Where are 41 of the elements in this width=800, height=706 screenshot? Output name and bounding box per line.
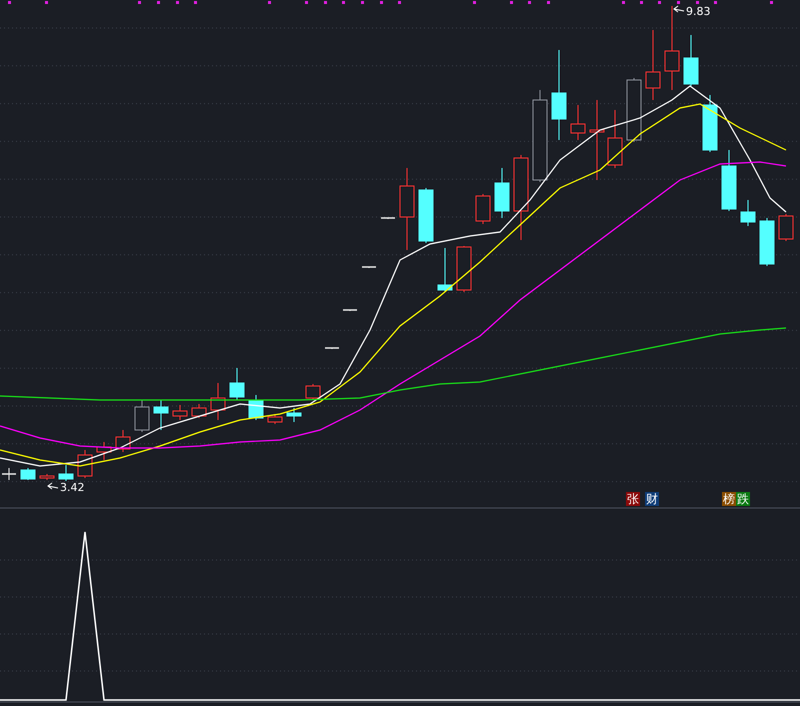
candlestick xyxy=(684,34,698,86)
candlestick xyxy=(172,404,188,420)
tag-label: 张 xyxy=(626,492,640,506)
high-price-label: 9.83 xyxy=(686,5,710,18)
candlestick xyxy=(702,94,718,152)
candlestick xyxy=(438,248,452,292)
candlestick xyxy=(646,30,660,100)
tag-label: 跌 xyxy=(736,492,750,506)
candlestick xyxy=(722,150,736,212)
candlestick xyxy=(286,408,302,422)
candlestick xyxy=(362,266,376,268)
candlestick xyxy=(456,246,472,292)
candlestick xyxy=(325,347,339,350)
candlestick xyxy=(192,404,206,418)
pointer-arrow-icon xyxy=(673,6,684,12)
candlestick xyxy=(494,168,510,218)
candlestick xyxy=(381,217,395,220)
tag-label: 榜 xyxy=(722,492,736,506)
candlestick xyxy=(778,214,794,242)
candlestick xyxy=(2,468,16,480)
candlestick xyxy=(343,309,357,312)
candlestick xyxy=(740,200,756,226)
candlestick xyxy=(210,382,226,420)
candlestick xyxy=(58,464,74,482)
low-price-label: 3.42 xyxy=(60,481,84,494)
candlestick xyxy=(570,104,586,140)
candlestick xyxy=(268,414,282,424)
candlestick xyxy=(760,218,774,266)
candlestick xyxy=(134,400,150,432)
candlestick xyxy=(306,384,320,400)
candlestick xyxy=(116,430,130,452)
candlestick xyxy=(230,368,244,400)
candlestick xyxy=(20,468,36,480)
candlestick xyxy=(626,78,642,142)
pointer-arrow-icon xyxy=(47,482,58,490)
candlestick xyxy=(96,442,112,460)
candlestick xyxy=(476,194,490,224)
tag-label: 财 xyxy=(645,492,659,506)
candlestick xyxy=(418,188,434,244)
candlestick xyxy=(608,110,622,168)
candlestick xyxy=(154,400,168,430)
